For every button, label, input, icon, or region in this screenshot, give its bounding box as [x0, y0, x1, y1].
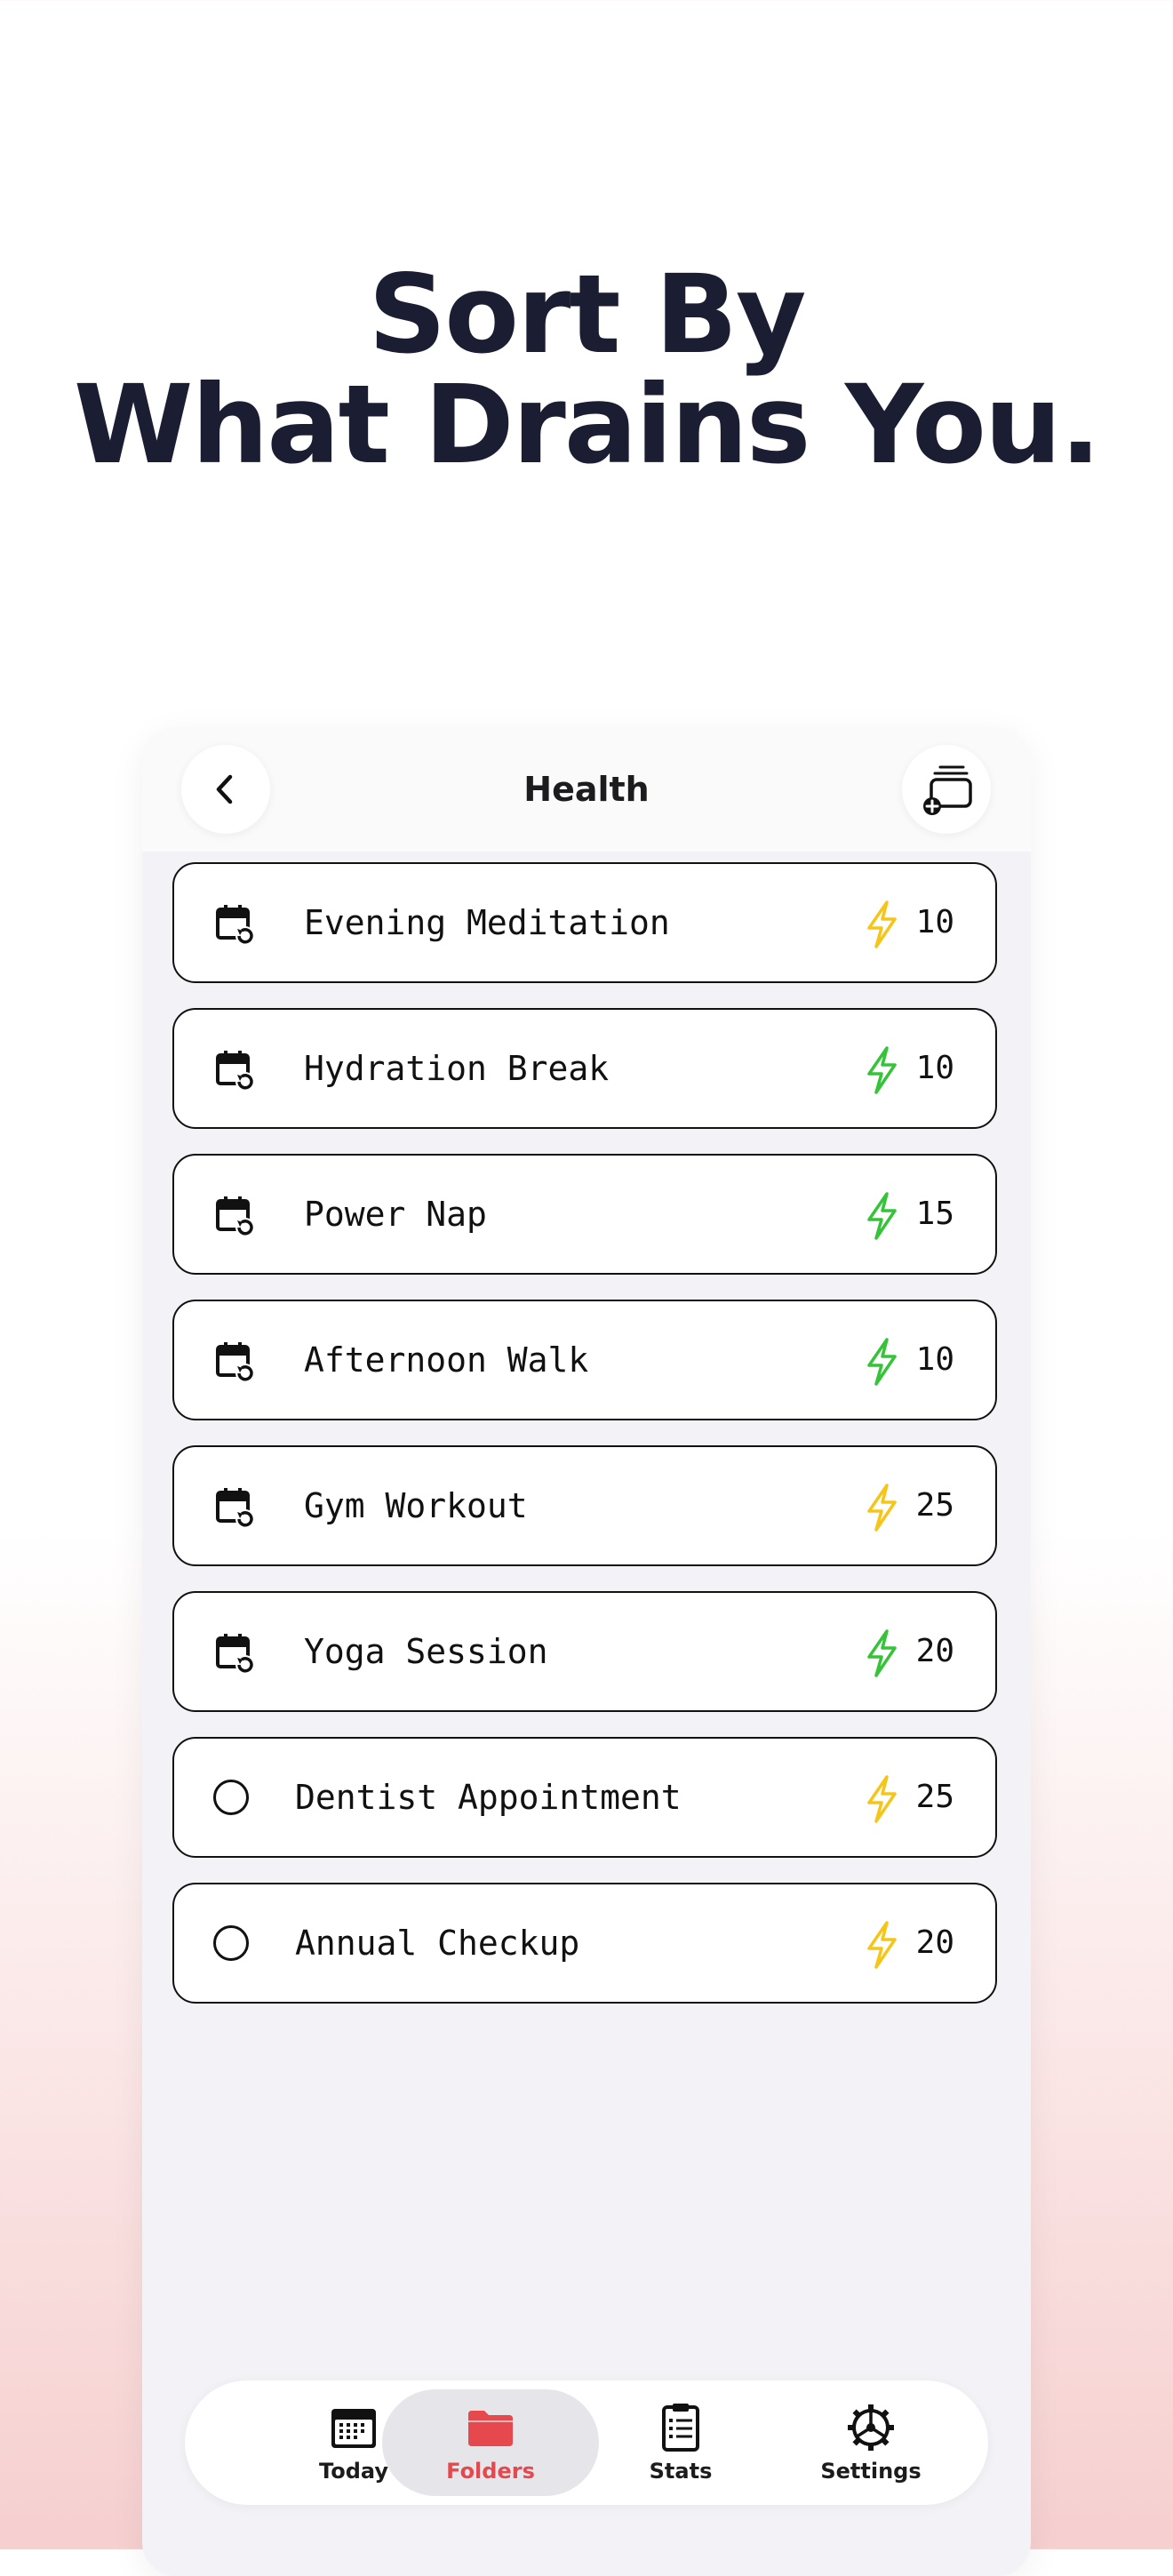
task-name: Gym Workout	[304, 1486, 528, 1525]
lightning-bolt-icon	[867, 1484, 897, 1532]
energy-value: 10	[915, 904, 954, 940]
lightning-bolt-icon	[867, 1192, 897, 1240]
tab-folders[interactable]: Folders	[382, 2389, 599, 2496]
task-row[interactable]: Afternoon Walk 10	[172, 1300, 997, 1420]
tab-stats-label: Stats	[649, 2459, 713, 2484]
back-button[interactable]	[181, 745, 270, 834]
tab-stats[interactable]: Stats	[583, 2389, 778, 2496]
lightning-bolt-icon	[867, 1046, 897, 1094]
task-row[interactable]: Evening Meditation 10	[172, 862, 997, 983]
task-row[interactable]: Hydration Break 10	[172, 1008, 997, 1129]
energy-value: 20	[915, 1924, 954, 1961]
energy-value: 10	[915, 1050, 954, 1086]
energy-value: 20	[915, 1633, 954, 1669]
lightning-bolt-icon	[867, 1921, 897, 1969]
task-row[interactable]: Annual Checkup 20	[172, 1883, 997, 2004]
tab-today-label: Today	[319, 2459, 388, 2484]
task-name: Power Nap	[304, 1195, 487, 1234]
energy-value: 25	[915, 1779, 954, 1815]
tab-folders-label: Folders	[446, 2459, 535, 2484]
add-stack-button[interactable]	[902, 745, 991, 834]
recurring-calendar-icon	[215, 903, 258, 946]
task-name: Annual Checkup	[295, 1924, 580, 1963]
chevron-left-icon	[216, 774, 233, 804]
task-row[interactable]: Dentist Appointment 25	[172, 1737, 997, 1858]
energy-value: 15	[915, 1196, 954, 1232]
phone-screen: Health Evening Meditation 10 Hydration Bre…	[142, 727, 1031, 2576]
task-row[interactable]: Gym Workout 25	[172, 1445, 997, 1566]
task-checkbox[interactable]	[213, 1925, 249, 1961]
recurring-calendar-icon	[215, 1632, 258, 1675]
add-stack-icon	[923, 765, 972, 815]
task-name: Evening Meditation	[304, 903, 670, 942]
task-row[interactable]: Yoga Session 20	[172, 1591, 997, 1712]
lightning-bolt-icon	[867, 1629, 897, 1677]
recurring-calendar-icon	[215, 1049, 258, 1092]
page-title: Health	[523, 770, 650, 809]
calendar-icon	[331, 2409, 376, 2448]
tab-settings[interactable]: Settings	[773, 2389, 969, 2496]
energy-value: 10	[915, 1341, 954, 1378]
task-list: Evening Meditation 10 Hydration Break 10 Pow…	[172, 862, 1001, 2028]
task-name: Afternoon Walk	[304, 1340, 589, 1380]
headline-line-2: What Drains You.	[73, 362, 1101, 488]
lightning-bolt-icon	[867, 1775, 897, 1823]
tab-settings-label: Settings	[820, 2459, 922, 2484]
task-name: Yoga Session	[304, 1632, 548, 1671]
clipboard-icon	[662, 2404, 699, 2452]
task-checkbox[interactable]	[213, 1780, 249, 1815]
gear-icon	[848, 2404, 894, 2451]
task-name: Dentist Appointment	[295, 1778, 682, 1817]
task-name: Hydration Break	[304, 1049, 610, 1088]
headline: Sort By What Drains You.	[0, 260, 1173, 480]
lightning-bolt-icon	[867, 1338, 897, 1386]
lightning-bolt-icon	[867, 900, 897, 948]
recurring-calendar-icon	[215, 1486, 258, 1529]
headline-line-1: Sort By	[368, 252, 806, 378]
recurring-calendar-icon	[215, 1195, 258, 1237]
tab-bar: Today Folders Stats Settings	[185, 2380, 988, 2505]
recurring-calendar-icon	[215, 1340, 258, 1383]
navigation-bar: Health	[142, 727, 1031, 852]
folder-icon	[468, 2411, 513, 2446]
task-row[interactable]: Power Nap 15	[172, 1154, 997, 1275]
energy-value: 25	[915, 1487, 954, 1524]
